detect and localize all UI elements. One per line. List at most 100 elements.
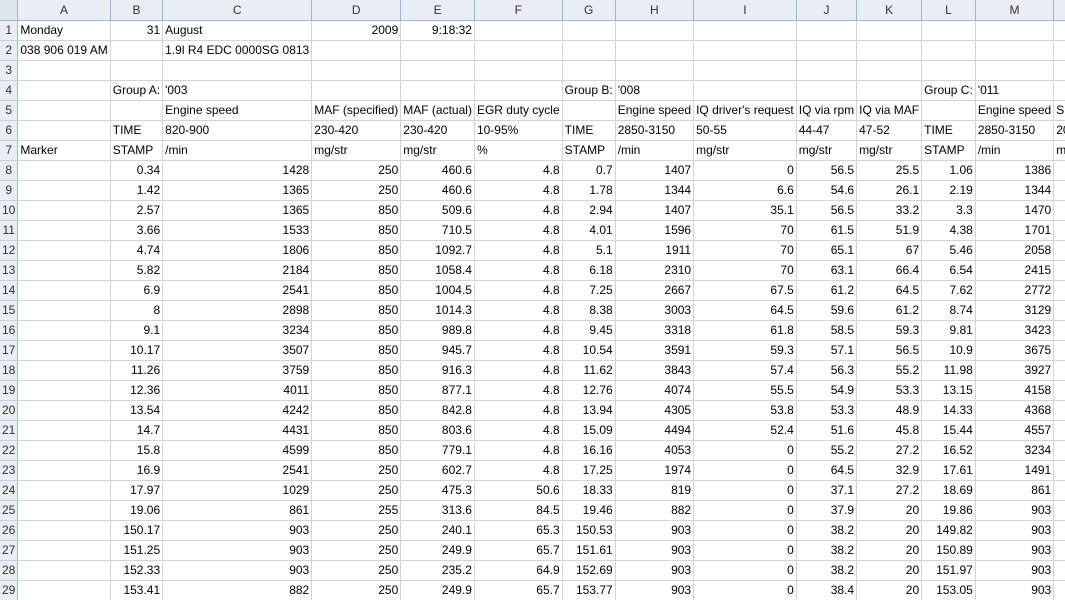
cell-k5[interactable]: IQ via MAF [856,100,923,121]
cell-d17[interactable]: 850 [311,340,402,361]
cell-h24[interactable]: 819 [615,480,695,501]
cell-c1[interactable]: August [162,20,313,41]
cell-j13[interactable]: 63.1 [796,260,858,281]
cell-i5[interactable]: IQ driver's request [693,100,797,121]
cell-f1[interactable] [474,20,563,41]
column-header-n[interactable]: N [1053,0,1065,21]
cell-f18[interactable]: 4.8 [474,360,563,381]
cell-e3[interactable] [400,60,475,81]
cell-m4[interactable]: '011 [975,80,1055,101]
cell-j27[interactable]: 38.2 [796,540,858,561]
column-header-f[interactable]: F [474,0,563,21]
cell-d22[interactable]: 850 [311,440,402,461]
cell-b21[interactable]: 14.7 [110,420,164,441]
cell-j24[interactable]: 37.1 [796,480,858,501]
cell-b22[interactable]: 15.8 [110,440,164,461]
cell-j14[interactable]: 61.2 [796,280,858,301]
cell-i1[interactable] [693,20,797,41]
row-header[interactable]: 13 [0,260,19,281]
cell-j23[interactable]: 64.5 [796,460,858,481]
cell-m19[interactable]: 4158 [975,380,1055,401]
cell-a15[interactable] [17,300,111,321]
cell-d12[interactable]: 850 [311,240,402,261]
cell-h17[interactable]: 3591 [615,340,695,361]
row-header[interactable]: 25 [0,500,19,521]
cell-g11[interactable]: 4.01 [562,220,616,241]
cell-i12[interactable]: 70 [693,240,797,261]
cell-f9[interactable]: 4.8 [474,180,563,201]
cell-e1[interactable]: 9:18:32 [400,20,475,41]
cell-g3[interactable] [562,60,616,81]
cell-k28[interactable]: 20 [856,560,923,581]
cell-e13[interactable]: 1058.4 [400,260,475,281]
cell-a16[interactable] [17,320,111,341]
cell-j6[interactable]: 44-47 [796,120,858,141]
cell-j19[interactable]: 54.9 [796,380,858,401]
cell-g26[interactable]: 150.53 [562,520,616,541]
cell-d8[interactable]: 250 [311,160,402,181]
row-header[interactable]: 7 [0,140,19,161]
cell-l5[interactable] [921,100,976,121]
cell-a9[interactable] [17,180,111,201]
cell-l29[interactable]: 153.05 [921,580,976,600]
cell-c25[interactable]: 861 [162,500,313,521]
cell-d20[interactable]: 850 [311,400,402,421]
cell-n25[interactable]: 1009.8 [1053,500,1065,521]
column-header-h[interactable]: H [615,0,695,21]
cell-e4[interactable] [400,80,475,101]
cell-n21[interactable]: 2040 [1053,420,1065,441]
cell-d6[interactable]: 230-420 [311,120,402,141]
cell-n14[interactable]: 2142 [1053,280,1065,301]
cell-b24[interactable]: 17.97 [110,480,164,501]
cell-b17[interactable]: 10.17 [110,340,164,361]
cell-k17[interactable]: 56.5 [856,340,923,361]
cell-j2[interactable] [796,40,858,61]
cell-k22[interactable]: 27.2 [856,440,923,461]
cell-b20[interactable]: 13.54 [110,400,164,421]
cell-i20[interactable]: 53.8 [693,400,797,421]
cell-d26[interactable]: 250 [311,520,402,541]
cell-m6[interactable]: 2850-3150 [975,120,1055,141]
cell-b19[interactable]: 12.36 [110,380,164,401]
cell-h8[interactable]: 1407 [615,160,695,181]
cell-g23[interactable]: 17.25 [562,460,616,481]
cell-h19[interactable]: 4074 [615,380,695,401]
cell-l14[interactable]: 7.62 [921,280,976,301]
cell-h2[interactable] [615,40,695,61]
cell-i16[interactable]: 61.8 [693,320,797,341]
cell-k18[interactable]: 55.2 [856,360,923,381]
row-header[interactable]: 10 [0,200,19,221]
cell-n29[interactable]: 999.6 [1053,580,1065,600]
cell-j4[interactable] [796,80,858,101]
cell-h15[interactable]: 3003 [615,300,695,321]
cell-n10[interactable]: 2050.2 [1053,200,1065,221]
cell-f26[interactable]: 65.3 [474,520,563,541]
row-header[interactable]: 21 [0,420,19,441]
column-header-d[interactable]: D [311,0,402,21]
cell-d21[interactable]: 850 [311,420,402,441]
cell-m21[interactable]: 4557 [975,420,1055,441]
cell-g17[interactable]: 10.54 [562,340,616,361]
cell-a4[interactable] [17,80,111,101]
cell-i3[interactable] [693,60,797,81]
cell-f20[interactable]: 4.8 [474,400,563,421]
cell-f22[interactable]: 4.8 [474,440,563,461]
cell-f28[interactable]: 64.9 [474,560,563,581]
cell-e24[interactable]: 475.3 [400,480,475,501]
cell-i21[interactable]: 52.4 [693,420,797,441]
column-header-a[interactable]: A [17,0,111,21]
cell-c14[interactable]: 2541 [162,280,313,301]
cell-d18[interactable]: 850 [311,360,402,381]
cell-a17[interactable] [17,340,111,361]
cell-d4[interactable] [311,80,402,101]
cell-d7[interactable]: mg/str [311,140,402,161]
cell-l11[interactable]: 4.38 [921,220,976,241]
cell-n27[interactable]: 999.6 [1053,540,1065,561]
cell-k3[interactable] [856,60,923,81]
cell-h28[interactable]: 903 [615,560,695,581]
cell-b8[interactable]: 0.34 [110,160,164,181]
cell-h27[interactable]: 903 [615,540,695,561]
cell-b6[interactable]: TIME [110,120,164,141]
cell-c6[interactable]: 820-900 [162,120,313,141]
cell-h16[interactable]: 3318 [615,320,695,341]
